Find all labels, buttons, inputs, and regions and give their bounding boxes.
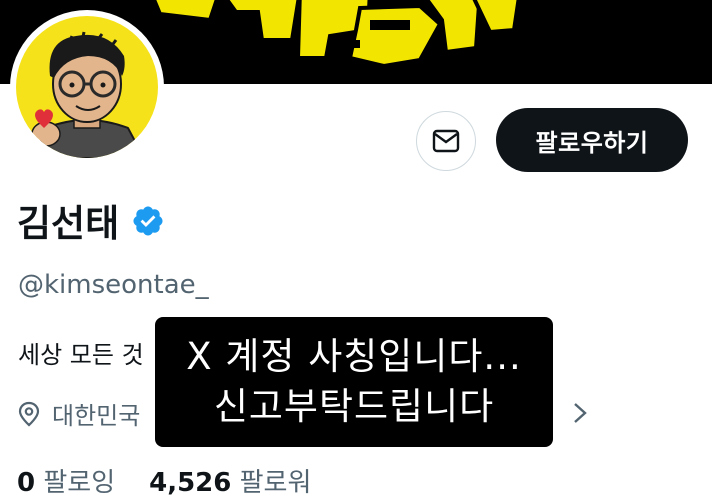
- followers-link[interactable]: 4,526 팔로워: [149, 468, 311, 498]
- profile-handle: @kimseontae_: [18, 270, 209, 300]
- location-pin-icon: [18, 401, 40, 426]
- profile-bio: 세상 모든 것: [18, 341, 144, 369]
- profile-name-row: 김선태: [17, 193, 165, 247]
- follow-button[interactable]: 팔로우하기: [496, 108, 688, 172]
- verified-badge-icon[interactable]: [131, 204, 165, 238]
- caption-line-1: X 계정 사칭입니다...: [186, 335, 522, 378]
- chevron-right-icon[interactable]: [572, 401, 588, 425]
- followers-label: 팔로워: [239, 468, 312, 498]
- envelope-icon: [432, 129, 460, 153]
- following-link[interactable]: 0 팔로잉: [17, 468, 115, 498]
- location-text: 대한민국: [52, 402, 141, 430]
- caption-overlay: X 계정 사칭입니다... 신고부탁드립니다: [155, 317, 553, 447]
- following-label: 팔로잉: [43, 468, 116, 498]
- follow-stats: 0 팔로잉 4,526 팔로워: [17, 462, 311, 499]
- avatar[interactable]: [10, 10, 164, 164]
- avatar-image: [16, 16, 158, 158]
- display-name: 김선태: [17, 202, 120, 245]
- followers-count: 4,526: [149, 468, 232, 498]
- following-count: 0: [17, 468, 36, 498]
- message-button[interactable]: [416, 111, 476, 171]
- caption-line-2: 신고부탁드립니다: [213, 385, 495, 428]
- profile-location: 대한민국: [18, 396, 140, 431]
